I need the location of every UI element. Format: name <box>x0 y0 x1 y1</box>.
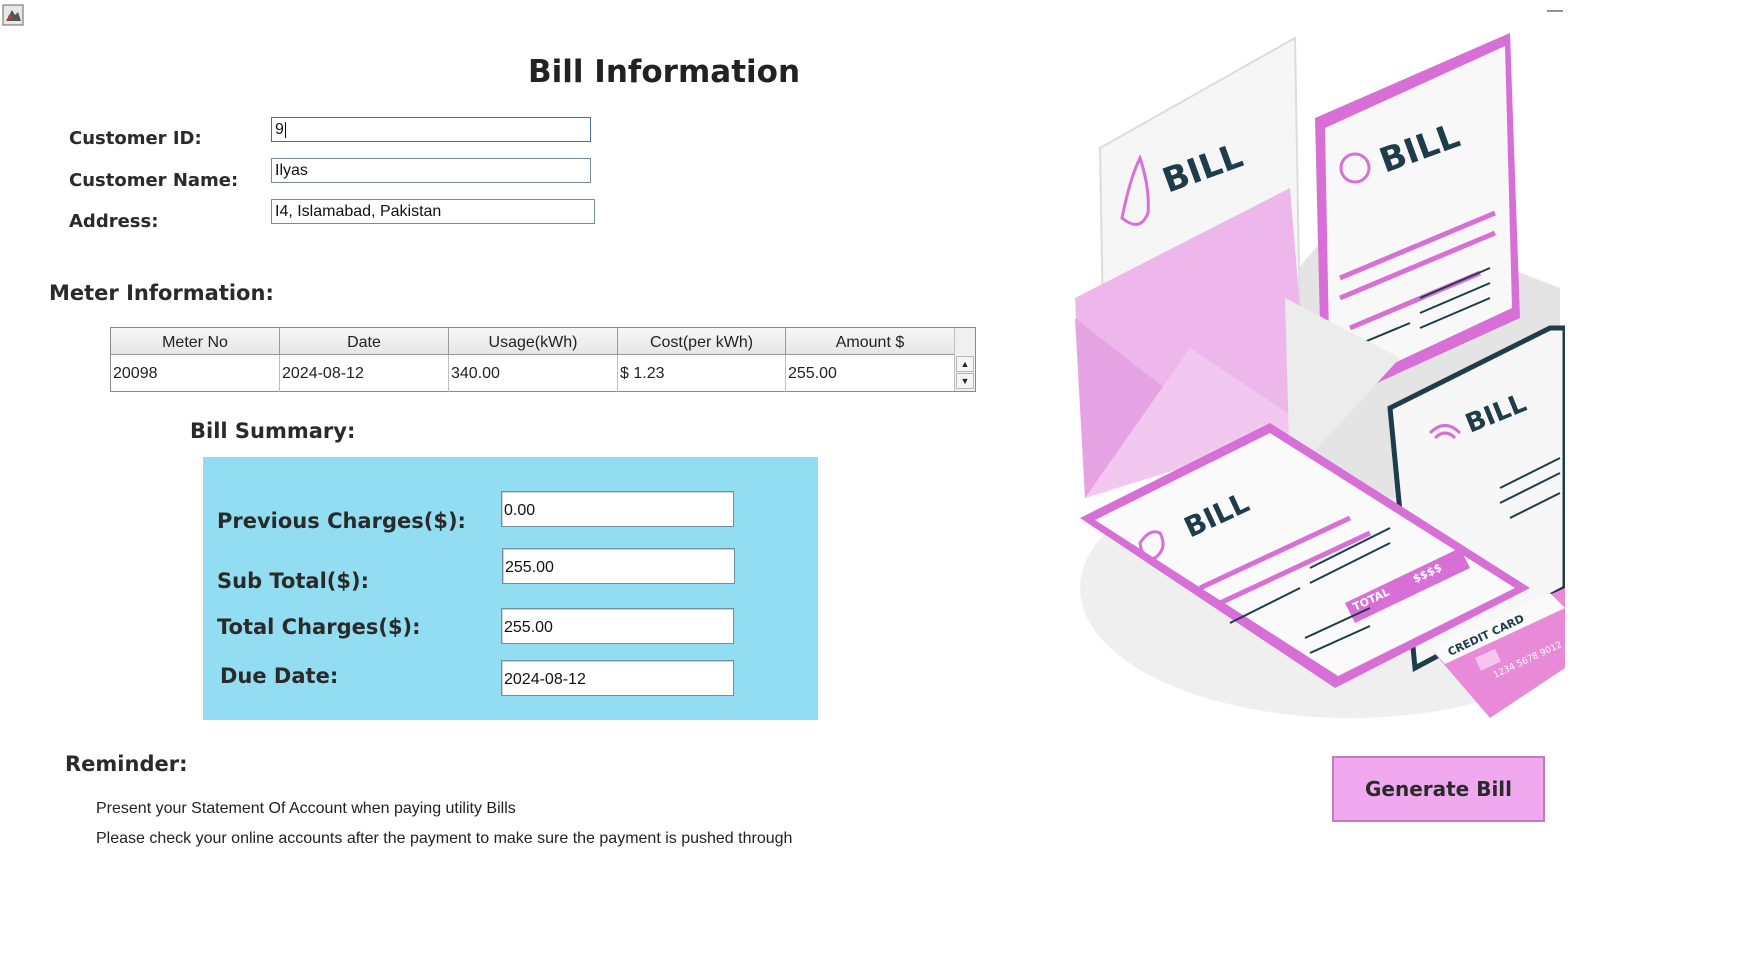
previous-charges-field[interactable]: 0.00 <box>501 491 734 527</box>
meter-table[interactable]: Meter No Date Usage(kWh) Cost(per kWh) A… <box>110 327 976 392</box>
customer-name-label: Customer Name: <box>69 170 239 191</box>
total-charges-field[interactable]: 255.00 <box>501 608 734 644</box>
due-date-label: Due Date: <box>220 664 339 688</box>
total-charges-label: Total Charges($): <box>217 615 421 639</box>
column-header-amount[interactable]: Amount $ <box>786 328 954 355</box>
generate-bill-button[interactable]: Generate Bill <box>1332 756 1545 822</box>
address-field[interactable]: I4, Islamabad, Pakistan <box>271 199 595 224</box>
column-header-cost[interactable]: Cost(per kWh) <box>618 328 786 355</box>
reminder-line: Present your Statement Of Account when p… <box>96 800 516 817</box>
bill-summary-heading: Bill Summary: <box>190 419 356 443</box>
previous-charges-label: Previous Charges($): <box>217 509 466 533</box>
bill-summary-panel: Previous Charges($): 0.00 Sub Total($): … <box>203 457 818 720</box>
table-scrollbar[interactable]: ▲ ▼ <box>954 328 975 391</box>
reminder-line: Please check your online accounts after … <box>96 830 793 847</box>
customer-id-value: 9 <box>275 121 284 138</box>
scroll-up-icon[interactable]: ▲ <box>956 356 974 372</box>
cell-meter-no[interactable]: 20098 <box>111 355 280 392</box>
customer-id-field[interactable]: 9 <box>271 117 591 142</box>
cell-cost[interactable]: $ 1.23 <box>618 355 786 392</box>
customer-name-field[interactable]: Ilyas <box>271 158 591 183</box>
due-date-field[interactable]: 2024-08-12 <box>501 660 734 696</box>
reminder-heading: Reminder: <box>65 752 188 776</box>
address-label: Address: <box>69 211 159 232</box>
minimize-button[interactable]: — <box>1547 2 1563 20</box>
sub-total-label: Sub Total($): <box>217 569 369 593</box>
bill-illustration: BILL BILL BILL BILL TOTAL $$$$ CREDIT CA… <box>1050 28 1620 728</box>
sub-total-field[interactable]: 255.00 <box>502 548 735 584</box>
cell-amount[interactable]: 255.00 <box>786 355 954 392</box>
meter-information-heading: Meter Information: <box>49 281 274 305</box>
column-header-meter-no[interactable]: Meter No <box>111 328 280 355</box>
customer-id-label: Customer ID: <box>69 128 202 149</box>
column-header-usage[interactable]: Usage(kWh) <box>449 328 618 355</box>
column-header-date[interactable]: Date <box>280 328 449 355</box>
app-icon <box>2 4 24 26</box>
cell-date[interactable]: 2024-08-12 <box>280 355 449 392</box>
table-header: Meter No Date Usage(kWh) Cost(per kWh) A… <box>111 328 954 355</box>
scroll-down-icon[interactable]: ▼ <box>956 373 974 389</box>
table-row[interactable]: 20098 2024-08-12 340.00 $ 1.23 255.00 <box>111 355 954 392</box>
page-title: Bill Information <box>528 54 801 90</box>
text-caret <box>284 121 286 138</box>
cell-usage[interactable]: 340.00 <box>449 355 618 392</box>
